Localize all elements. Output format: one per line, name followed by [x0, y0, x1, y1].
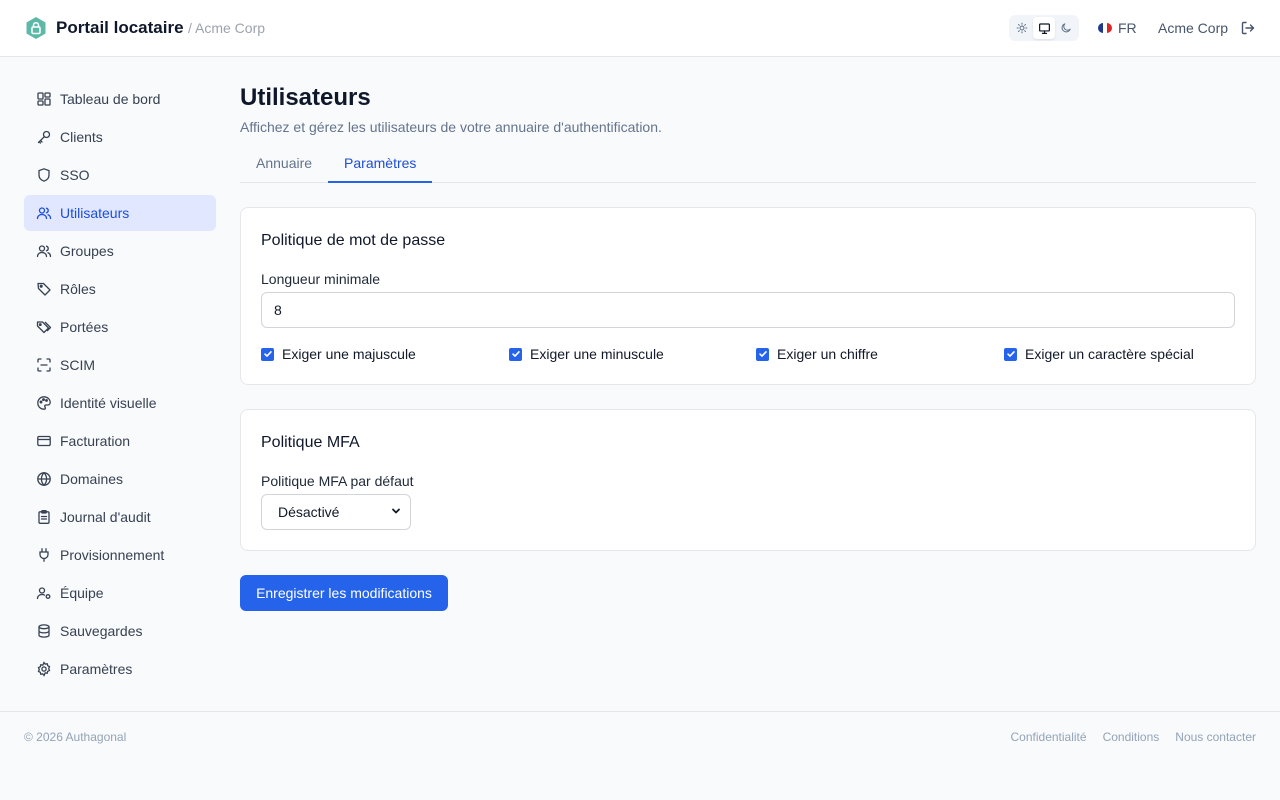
save-button[interactable]: Enregistrer les modifications	[240, 575, 448, 611]
gear-icon	[36, 661, 52, 677]
france-flag-icon	[1098, 23, 1112, 33]
checkmark-icon	[756, 347, 769, 361]
min-length-label: Longueur minimale	[261, 271, 381, 287]
logout-icon[interactable]	[1240, 20, 1256, 36]
logo-icon[interactable]	[24, 16, 48, 40]
users-icon	[36, 205, 52, 221]
tags-icon	[36, 319, 52, 335]
sidebar-item-label: Tableau de bord	[60, 91, 161, 107]
sidebar-item-sso[interactable]: SSO	[24, 157, 216, 193]
page-title: Utilisateurs	[240, 84, 371, 111]
sidebar-item-label: Facturation	[60, 433, 131, 449]
sidebar-item-branding[interactable]: Identité visuelle	[24, 385, 216, 421]
require-lowercase-checkbox[interactable]: Exiger une minuscule	[509, 346, 664, 362]
sidebar-item-audit-log[interactable]: Journal d'audit	[24, 499, 216, 535]
database-icon	[36, 623, 52, 639]
sidebar-item-label: Portées	[60, 319, 109, 335]
checkmark-icon	[1004, 347, 1017, 361]
sidebar-item-label: Identité visuelle	[60, 395, 157, 411]
sidebar-item-label: SSO	[60, 167, 90, 183]
tab-settings[interactable]: Paramètres	[328, 145, 433, 183]
sidebar-item-scopes[interactable]: Portées	[24, 309, 216, 345]
org-breadcrumb: / Acme Corp	[188, 20, 266, 36]
sidebar-item-users[interactable]: Utilisateurs	[24, 195, 216, 231]
app-title[interactable]: Portail locataire	[56, 18, 184, 38]
tag-icon	[36, 281, 52, 297]
sidebar-item-label: Clients	[60, 129, 103, 145]
sun-icon[interactable]	[1011, 17, 1033, 39]
contact-link[interactable]: Nous contacter	[1175, 730, 1256, 744]
checkbox-label: Exiger une majuscule	[282, 346, 416, 362]
page-subtitle: Affichez et gérez les utilisateurs de vo…	[240, 119, 662, 135]
require-digit-checkbox[interactable]: Exiger un chiffre	[756, 346, 878, 362]
sidebar-nav: Tableau de bord Clients SSO Utilisateurs…	[24, 81, 216, 689]
privacy-link[interactable]: Confidentialité	[1011, 730, 1087, 744]
mfa-policy-title: Politique MFA	[261, 434, 360, 451]
top-bar: Portail locataire / Acme Corp FR Acme Co…	[0, 0, 1280, 57]
checkmark-icon	[261, 347, 274, 361]
clipboard-icon	[36, 509, 52, 525]
org-menu[interactable]: Acme Corp	[1158, 20, 1228, 36]
sidebar-item-settings[interactable]: Paramètres	[24, 651, 216, 687]
sidebar-item-domains[interactable]: Domaines	[24, 461, 216, 497]
globe-icon	[36, 471, 52, 487]
require-uppercase-checkbox[interactable]: Exiger une majuscule	[261, 346, 416, 362]
sidebar-item-label: Rôles	[60, 281, 96, 297]
terms-link[interactable]: Conditions	[1103, 730, 1160, 744]
sidebar-item-label: Équipe	[60, 585, 104, 601]
sidebar-item-label: Journal d'audit	[60, 509, 151, 525]
key-icon	[36, 129, 52, 145]
tab-bar: Annuaire Paramètres	[240, 145, 1256, 183]
plug-icon	[36, 547, 52, 563]
footer: © 2026 Authagonal Confidentialité Condit…	[0, 711, 1280, 800]
language-selector[interactable]: FR	[1098, 20, 1137, 36]
sidebar-item-provisioning[interactable]: Provisionnement	[24, 537, 216, 573]
checkmark-icon	[509, 347, 522, 361]
password-policy-card: Politique de mot de passe Longueur minim…	[240, 207, 1256, 385]
user-cog-icon	[36, 585, 52, 601]
sidebar-item-label: Domaines	[60, 471, 124, 487]
min-length-input[interactable]	[261, 292, 1235, 328]
sidebar-item-label: Sauvegardes	[60, 623, 143, 639]
mfa-default-label: Politique MFA par défaut	[261, 473, 414, 489]
language-label: FR	[1118, 20, 1137, 36]
footer-links: Confidentialité Conditions Nous contacte…	[1011, 730, 1256, 744]
require-special-checkbox[interactable]: Exiger un caractère spécial	[1004, 346, 1194, 362]
sidebar-item-label: Paramètres	[60, 661, 133, 677]
sidebar-item-label: Groupes	[60, 243, 114, 259]
password-policy-title: Politique de mot de passe	[261, 232, 446, 249]
sidebar-item-scim[interactable]: SCIM	[24, 347, 216, 383]
copyright: © 2026 Authagonal	[24, 730, 127, 744]
password-requirements: Exiger une majuscule Exiger une minuscul…	[261, 346, 1235, 362]
mfa-default-value: Désactivé	[278, 504, 340, 520]
sidebar-item-backups[interactable]: Sauvegardes	[24, 613, 216, 649]
sidebar-item-groups[interactable]: Groupes	[24, 233, 216, 269]
checkbox-label: Exiger une minuscule	[530, 346, 664, 362]
sidebar-item-billing[interactable]: Facturation	[24, 423, 216, 459]
sidebar-item-label: Provisionnement	[60, 547, 165, 563]
tab-directory[interactable]: Annuaire	[240, 145, 328, 183]
monitor-icon[interactable]	[1033, 17, 1055, 39]
scan-icon	[36, 357, 52, 373]
palette-icon	[36, 395, 52, 411]
shield-icon	[36, 167, 52, 183]
mfa-default-select[interactable]: Désactivé	[261, 494, 411, 530]
chevron-down-icon	[390, 504, 402, 520]
checkbox-label: Exiger un chiffre	[777, 346, 878, 362]
checkbox-label: Exiger un caractère spécial	[1025, 346, 1194, 362]
sidebar-item-roles[interactable]: Rôles	[24, 271, 216, 307]
mfa-policy-card: Politique MFA Politique MFA par défaut D…	[240, 409, 1256, 551]
sidebar-item-dashboard[interactable]: Tableau de bord	[24, 81, 216, 117]
sidebar-item-clients[interactable]: Clients	[24, 119, 216, 155]
sidebar-item-team[interactable]: Équipe	[24, 575, 216, 611]
sidebar-item-label: Utilisateurs	[60, 205, 130, 221]
dashboard-icon	[36, 91, 52, 107]
group-icon	[36, 243, 52, 259]
theme-switcher	[1009, 15, 1079, 41]
credit-card-icon	[36, 433, 52, 449]
moon-icon[interactable]	[1055, 17, 1077, 39]
sidebar-item-label: SCIM	[60, 357, 95, 373]
